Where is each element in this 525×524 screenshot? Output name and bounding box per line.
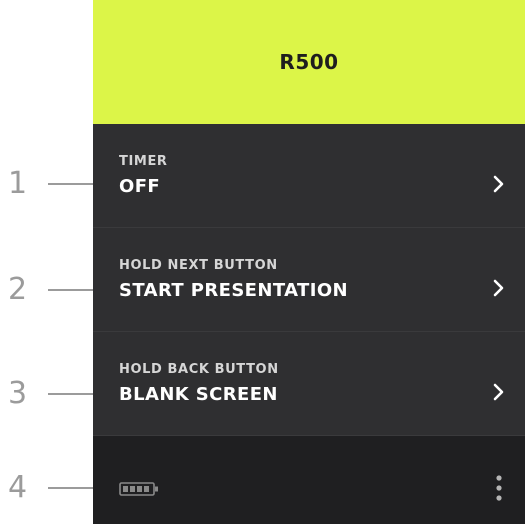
- chevron-right-icon: [493, 279, 504, 297]
- callout-number: 4: [8, 470, 28, 505]
- callout-number: 2: [8, 272, 28, 307]
- callout-line: [48, 289, 94, 291]
- setting-row-hold-next[interactable]: HOLD NEXT BUTTON START PRESENTATION: [93, 228, 525, 332]
- setting-caption: HOLD NEXT BUTTON: [119, 258, 278, 273]
- setting-value: OFF: [119, 176, 161, 197]
- callout-2: 2: [0, 270, 94, 310]
- setting-value: START PRESENTATION: [119, 280, 349, 301]
- setting-caption: TIMER: [119, 154, 168, 169]
- callout-1: 1: [0, 164, 94, 204]
- callout-4: 4: [0, 468, 94, 508]
- callout-number: 1: [8, 166, 28, 201]
- callout-line: [48, 183, 94, 185]
- battery-icon: [119, 482, 158, 496]
- setting-caption: HOLD BACK BUTTON: [119, 362, 279, 377]
- setting-row-hold-back[interactable]: HOLD BACK BUTTON BLANK SCREEN: [93, 332, 525, 436]
- header-bar: R500: [93, 0, 525, 124]
- screen: 1 2 3 4 R500 TIMER OFF HOLD NEXT BUTTON …: [0, 0, 525, 524]
- status-footer: [93, 436, 525, 524]
- app-panel: R500 TIMER OFF HOLD NEXT BUTTON START PR…: [93, 0, 525, 524]
- page-title: R500: [279, 50, 339, 74]
- chevron-right-icon: [493, 175, 504, 193]
- callout-line: [48, 487, 94, 489]
- chevron-right-icon: [493, 383, 504, 401]
- callout-line: [48, 393, 94, 395]
- more-vertical-icon[interactable]: [487, 470, 511, 506]
- setting-value: BLANK SCREEN: [119, 384, 278, 405]
- setting-row-timer[interactable]: TIMER OFF: [93, 124, 525, 228]
- callout-3: 3: [0, 374, 94, 414]
- callout-number: 3: [8, 376, 28, 411]
